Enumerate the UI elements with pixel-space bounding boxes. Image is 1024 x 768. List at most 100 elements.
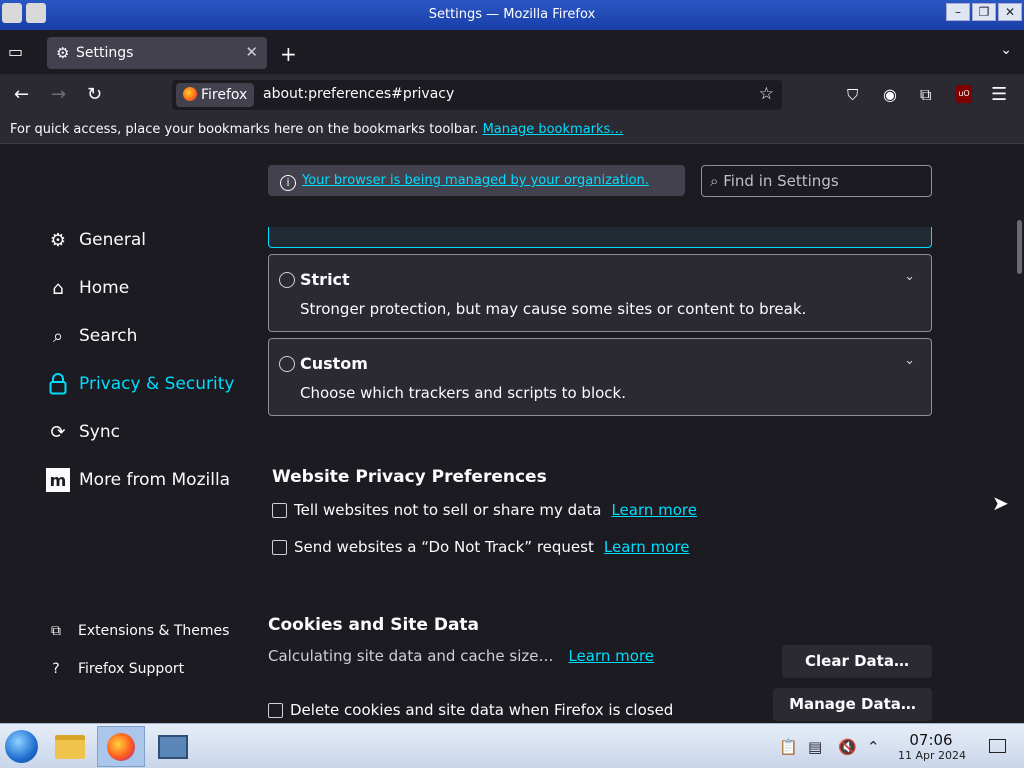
scrollbar-thumb[interactable] [1017, 220, 1022, 274]
navigation-toolbar: ← → ↻ Firefox about:preferences#privacy … [0, 74, 1024, 116]
sidebar-firefox-support[interactable]: ? Firefox Support [47, 658, 184, 680]
sidebar-item-label: Home [79, 278, 130, 298]
taskbar-system-monitor[interactable] [149, 726, 197, 767]
back-icon[interactable]: ← [14, 84, 29, 105]
forward-icon[interactable]: → [51, 84, 66, 105]
taskbar-firefox[interactable] [97, 726, 145, 767]
list-all-tabs-icon[interactable]: ⌄ [1000, 42, 1012, 58]
cookies-status-row: Calculating site data and cache size… Le… [268, 647, 654, 665]
taskbar: 📋 ▤ 🔇 ⌃ 07:06 11 Apr 2024 [0, 723, 1024, 768]
custom-option-card[interactable]: Custom Choose which trackers and scripts… [268, 338, 932, 416]
account-icon[interactable]: ◉ [883, 85, 897, 104]
close-window-button[interactable]: ✕ [998, 3, 1022, 21]
settings-content: i Your browser is being managed by your o… [0, 145, 1024, 723]
pocket-icon[interactable]: ⛉ [847, 86, 858, 104]
strict-option-card[interactable]: Strict Stronger protection, but may caus… [268, 254, 932, 332]
clear-data-button[interactable]: Clear Data… [782, 645, 932, 678]
network-icon[interactable]: ▤ [808, 738, 822, 756]
delete-on-close-checkbox[interactable] [268, 702, 283, 718]
extensions-icon[interactable]: ⧉ [920, 85, 931, 105]
sync-icon: ⟳ [50, 421, 66, 443]
checkbox-label[interactable]: Delete cookies and site data when Firefo… [290, 701, 673, 719]
sidebar-item-more-from-mozilla[interactable]: m More from Mozilla [46, 465, 230, 495]
checkbox-label[interactable]: Tell websites not to sell or share my da… [294, 501, 601, 519]
bookmarks-toolbar: For quick access, place your bookmarks h… [0, 116, 1024, 144]
new-tab-button[interactable]: + [280, 42, 297, 66]
url-bar[interactable]: Firefox about:preferences#privacy ☆ [172, 80, 782, 110]
sidebar-item-label: Search [79, 326, 138, 346]
sidebar-item-label: More from Mozilla [79, 470, 231, 490]
gear-icon: ⚙ [49, 229, 67, 251]
search-icon: ⌕ [710, 172, 719, 190]
taskbar-file-manager[interactable] [46, 726, 94, 767]
chevron-up-icon[interactable]: ⌃ [867, 738, 880, 756]
do-not-track-checkbox[interactable] [272, 539, 287, 555]
reload-icon[interactable]: ↻ [87, 84, 102, 105]
delete-on-close-row: Delete cookies and site data when Firefo… [268, 701, 673, 719]
sidebar-footer-label: Firefox Support [78, 661, 185, 677]
sidebar-item-label: Privacy & Security [79, 374, 235, 394]
cookies-heading: Cookies and Site Data [268, 615, 480, 635]
show-desktop-icon[interactable] [989, 739, 1006, 753]
maximize-button[interactable]: ❐ [972, 3, 996, 21]
firefox-view-icon[interactable]: ▭ [8, 42, 30, 64]
checkbox-label[interactable]: Send websites a “Do Not Track” request [294, 538, 594, 556]
manage-data-button[interactable]: Manage Data… [773, 688, 932, 721]
search-icon: ⌕ [52, 325, 64, 347]
sidebar-item-general[interactable]: ⚙ General [46, 225, 146, 255]
sidebar-item-label: Sync [79, 422, 120, 442]
learn-more-link[interactable]: Learn more [568, 647, 654, 665]
help-icon: ? [52, 661, 60, 677]
tab-settings[interactable]: ⚙ Settings ✕ [47, 37, 267, 69]
sidebar-item-search[interactable]: ⌕ Search [46, 321, 137, 351]
tab-strip: ▭ ⚙ Settings ✕ + ⌄ [0, 30, 1024, 74]
mouse-cursor-icon: ➤ [992, 491, 1009, 515]
clock-date[interactable]: 11 Apr 2024 [895, 749, 969, 762]
sidebar-item-privacy[interactable]: Privacy & Security [46, 369, 234, 399]
info-icon: i [280, 175, 296, 191]
sidebar-footer-label: Extensions & Themes [78, 623, 230, 639]
puzzle-icon: ⧉ [51, 623, 61, 639]
sidebar-item-sync[interactable]: ⟳ Sync [46, 417, 120, 447]
option-title: Strict [300, 270, 350, 289]
bookmark-star-icon[interactable]: ☆ [759, 84, 774, 104]
search-input[interactable]: ⌕ Find in Settings [701, 165, 932, 197]
minimize-button[interactable]: – [946, 3, 970, 21]
volume-muted-icon[interactable]: 🔇 [838, 738, 857, 756]
managed-notice-link[interactable]: Your browser is being managed by your or… [302, 173, 649, 188]
bookmarks-toolbar-message: For quick access, place your bookmarks h… [10, 122, 479, 137]
lock-icon [46, 372, 70, 396]
strict-radio[interactable] [279, 272, 295, 288]
sidebar-item-home[interactable]: ⌂ Home [46, 273, 129, 303]
clipboard-icon[interactable]: 📋 [779, 738, 798, 756]
learn-more-link[interactable]: Learn more [611, 501, 697, 519]
home-icon: ⌂ [52, 277, 64, 299]
start-button[interactable] [5, 730, 38, 763]
url-text[interactable]: about:preferences#privacy [263, 86, 454, 102]
chevron-down-icon[interactable]: ⌄ [904, 353, 915, 368]
custom-radio[interactable] [279, 356, 295, 372]
standard-option-card[interactable] [268, 227, 932, 248]
clock-time[interactable]: 07:06 [900, 731, 962, 749]
mozilla-icon: m [46, 468, 70, 492]
do-not-track-row: Send websites a “Do Not Track” request L… [272, 538, 689, 556]
learn-more-link[interactable]: Learn more [604, 538, 690, 556]
sidebar-extensions-themes[interactable]: ⧉ Extensions & Themes [47, 620, 229, 642]
gear-icon: ⚙ [56, 44, 70, 62]
folder-icon [55, 734, 85, 759]
option-description: Stronger protection, but may cause some … [300, 300, 807, 318]
manage-bookmarks-link[interactable]: Manage bookmarks… [483, 122, 624, 137]
chevron-down-icon[interactable]: ⌄ [904, 269, 915, 284]
menu-icon[interactable]: ☰ [991, 84, 1007, 105]
firefox-icon [107, 732, 135, 761]
tab-title: Settings [76, 45, 134, 61]
identity-box[interactable]: Firefox [176, 83, 255, 107]
ublock-icon[interactable]: uO [956, 85, 972, 103]
do-not-sell-checkbox[interactable] [272, 502, 287, 518]
close-tab-icon[interactable]: ✕ [245, 43, 258, 61]
window-titlebar: Settings — Mozilla Firefox – ❐ ✕ [0, 0, 1024, 30]
managed-notice: i Your browser is being managed by your o… [268, 165, 685, 196]
monitor-icon [158, 734, 188, 759]
window-title: Settings — Mozilla Firefox [428, 7, 596, 22]
firefox-icon [183, 87, 197, 101]
